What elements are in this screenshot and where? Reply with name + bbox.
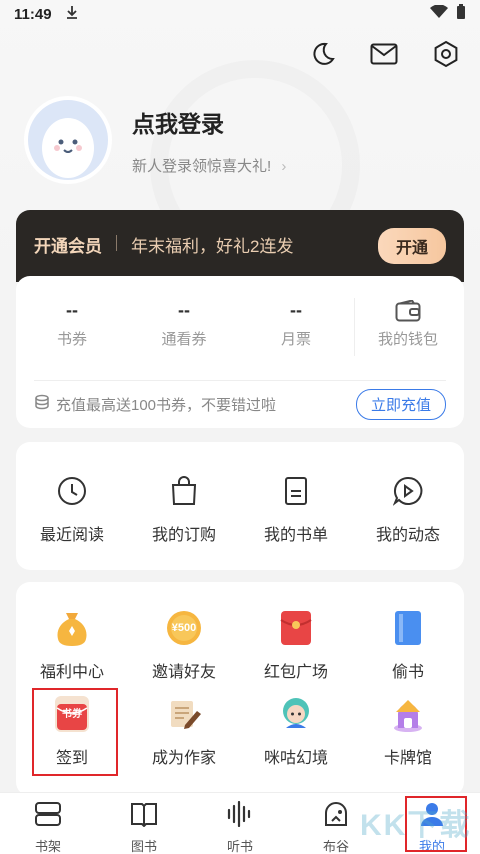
shortcut-recent-reading[interactable]: 最近阅读 <box>16 442 128 570</box>
tab-label: 图书 <box>130 839 157 854</box>
coin-500-icon: ¥500 <box>164 608 204 648</box>
cuckoo-icon <box>322 801 350 832</box>
tab-books[interactable]: 图书 <box>96 793 192 854</box>
login-subtitle[interactable]: 新人登录领惊喜大礼! › <box>132 155 286 176</box>
battery-icon <box>456 4 466 24</box>
tool-card-hall[interactable]: 卡牌馆 <box>352 694 464 780</box>
chevron-right-icon: › <box>281 157 287 175</box>
scroll-pen-icon <box>164 694 204 734</box>
download-icon <box>66 5 78 23</box>
vip-divider <box>116 235 117 251</box>
shortcut-my-orders[interactable]: 我的订购 <box>128 442 240 570</box>
tool-invite-friends[interactable]: ¥500 邀请好友 <box>128 608 240 694</box>
coin-stack-icon <box>34 394 50 415</box>
tool-label: 邀请好友 <box>151 664 216 681</box>
tools-card: 福利中心 ¥500 邀请好友 红包广场 偷书 书券 签到 成为作家 咪咕幻境 卡… <box>16 582 464 796</box>
vip-open-button[interactable]: 开通 <box>377 228 446 264</box>
wallet-value: -- <box>66 299 78 320</box>
wallet-separator <box>34 380 446 381</box>
wallet-label: 通看券 <box>161 330 207 348</box>
shortcut-label: 我的动态 <box>375 527 440 544</box>
night-mode-icon[interactable] <box>306 38 338 70</box>
shortcut-label: 最近阅读 <box>39 527 104 544</box>
recharge-promo-text: 充值最高送100书券，不要错过啦 <box>56 396 277 414</box>
avatar-character-icon <box>276 694 316 734</box>
status-time: 11:49 <box>14 5 52 23</box>
tool-label: 红包广场 <box>263 664 328 681</box>
wallet-divider <box>354 298 355 356</box>
vip-banner[interactable]: 开通会员 年末福利，好礼2连发 开通 <box>16 210 464 282</box>
tool-red-envelope-square[interactable]: 红包广场 <box>240 608 352 694</box>
tool-label: 成为作家 <box>151 750 216 767</box>
tool-label: 偷书 <box>391 664 424 681</box>
wallet-value: -- <box>178 299 190 320</box>
shortcut-label: 我的书单 <box>263 527 328 544</box>
tab-bookshelf[interactable]: 书架 <box>0 793 96 854</box>
red-envelope-icon <box>276 608 316 648</box>
vip-title: 开通会员 <box>34 237 102 256</box>
recharge-button[interactable]: 立即充值 <box>355 388 446 420</box>
wallet-label: 我的钱包 <box>377 330 438 348</box>
wallet-item-monthly-ticket[interactable]: -- 月票 <box>240 300 352 349</box>
top-toolbar <box>306 38 462 70</box>
clock-icon <box>57 476 87 511</box>
book-icon <box>388 608 428 648</box>
tool-label: 咪咕幻境 <box>263 750 328 767</box>
wallet-label: 月票 <box>280 330 311 348</box>
wallet-item-book-coupon[interactable]: -- 书券 <box>16 300 128 349</box>
open-book-icon <box>130 801 158 832</box>
sound-wave-icon <box>226 800 254 832</box>
tab-audiobooks[interactable]: 听书 <box>192 793 288 854</box>
shortcut-card: 最近阅读 我的订购 我的书单 我的动态 <box>16 442 464 570</box>
tab-label: 书架 <box>34 839 61 854</box>
tab-label: 布谷 <box>322 839 349 854</box>
tool-steal-book[interactable]: 偷书 <box>352 608 464 694</box>
mail-icon[interactable] <box>368 38 400 70</box>
avatar[interactable] <box>24 96 112 184</box>
wallet-item-pass-coupon[interactable]: -- 通看券 <box>128 300 240 349</box>
wifi-icon <box>430 4 448 23</box>
tool-welfare-center[interactable]: 福利中心 <box>16 608 128 694</box>
recharge-row: 充值最高送100书券，不要错过啦 立即充值 <box>34 388 446 420</box>
wallet-icon <box>352 298 464 324</box>
wallet-value: -- <box>290 299 302 320</box>
wallet-label: 书券 <box>56 330 87 348</box>
tool-label: 福利中心 <box>39 664 104 681</box>
sign-in-highlight-box <box>32 688 118 776</box>
play-bubble-icon <box>392 476 423 511</box>
my-wallet[interactable]: 我的钱包 <box>352 298 464 349</box>
shortcut-label: 我的订购 <box>151 527 216 544</box>
wallet-card: -- 书券 -- 通看券 -- 月票 我的钱包 充值最高送100书券，不要错过啦… <box>16 276 464 428</box>
shortcut-my-booklist[interactable]: 我的书单 <box>240 442 352 570</box>
tool-become-writer[interactable]: 成为作家 <box>128 694 240 780</box>
vip-description: 年末福利，好礼2连发 <box>131 237 294 256</box>
tool-migu-fantasy[interactable]: 咪咕幻境 <box>240 694 352 780</box>
tab-label: 听书 <box>226 839 253 854</box>
document-icon <box>281 476 311 511</box>
card-hall-icon <box>388 694 428 734</box>
coin-500-text: ¥500 <box>171 622 197 634</box>
shopping-bag-icon <box>169 476 199 511</box>
settings-icon[interactable] <box>430 38 462 70</box>
money-bag-icon <box>52 608 92 648</box>
login-title[interactable]: 点我登录 <box>132 105 286 139</box>
status-bar: 11:49 <box>0 0 480 28</box>
profile-section[interactable]: 点我登录 新人登录领惊喜大礼! › <box>24 96 286 184</box>
bookshelf-icon <box>34 801 62 832</box>
shortcut-my-activity[interactable]: 我的动态 <box>352 442 464 570</box>
login-subtitle-text: 新人登录领惊喜大礼! <box>132 157 272 175</box>
tool-label: 卡牌馆 <box>383 750 432 767</box>
watermark-logo: KK下载 <box>360 809 472 842</box>
